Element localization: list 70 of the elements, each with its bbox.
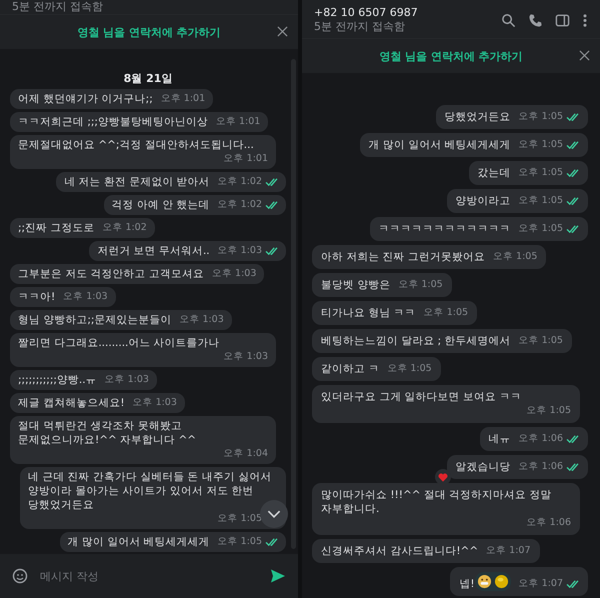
message-time: 오후 1:05 [424,306,468,320]
message-time: 오후 1:03 [132,396,177,410]
message-time: 오후 1:03 [224,350,268,364]
message-text: 형님 양빵하고;;문제있는분들이 [18,313,172,327]
message-text: 많이따가쉬쇼 !!!^^ 절대 걱정하지마셔요 정말 자부합니다. [321,488,553,516]
message-text: 네 저는 환전 문제없이 받아서 [64,175,210,189]
message-text: 어제 했던얘기가 이거구나;; [18,92,153,106]
message-text: 베팅하는느낌이 달라요 ; 한두세명에서 [321,334,511,348]
message-time: 오후 1:01 [216,115,260,129]
message-text: ㅋㅋㅋㅋㅋㅋㅋㅋㅋㅋㅋㅋ [378,222,511,236]
message-time: 오후 1:03 [218,244,262,258]
message-time: 오후 1:01 [160,92,206,106]
message-time: 오후 1:05 [518,110,563,124]
message-text: 제글 캡쳐해놓으세요! [18,396,125,410]
message-time: 오후 1:05 [218,512,262,526]
message-time: 오후 1:05 [518,334,563,348]
last-seen-status: 5분 전까지 접속함 [12,0,103,14]
message-text: 저런거 보면 무서워서.. [97,244,210,258]
message-text: 짤리면 다그래요.........어느 사이트를가나 [18,336,220,350]
message-text: 당했었거든요 [444,110,511,124]
message-time: 오후 1:04 [224,447,268,461]
message-text: 그부분은 저도 걱정안하고 고객모셔요 [18,267,204,281]
message-text: 알겠습니당 [456,460,511,474]
message-time: 오후 1:06 [518,460,563,474]
message-time: 오후 1:06 [526,516,571,530]
message-time: 오후 1:02 [102,221,147,235]
add-contact-link[interactable]: 영철 님을 연락처에 추가하기 [375,46,527,66]
message-text: 개 많이 일어서 베팅세게세게 [368,138,511,152]
message-time: 오후 1:05 [387,362,432,376]
message-time: 오후 1:02 [218,198,262,212]
message-text: ;;;;;;;;;;;양빵..ㅠ [18,373,97,387]
message-time: 오후 1:07 [486,544,531,558]
message-text: 신경써주셔서 감사드립니다!^^ [321,544,478,558]
message-time: 오후 1:05 [398,278,443,292]
message-text: ㅋㅋ아! [18,290,56,304]
add-contact-link[interactable]: 영철 님을 연락처에 추가하기 [73,22,225,42]
message-text: ㅋㅋ저희근데 ;;;양빵불탕베팅아닌이상 [18,115,208,129]
message-time: 오후 1:03 [63,290,108,304]
message-time: 오후 1:01 [224,152,268,166]
message-text: 갔는데 [478,166,511,180]
message-text: 양방이라고 [456,194,511,208]
message-text: 절대 먹튀란건 생각조차 못해봤고 문제없으니까요!^^ 자부합니다 ^^ [18,419,198,447]
message-time: 오후 1:02 [218,175,262,189]
message-input[interactable]: 메시지 작성 [38,568,260,584]
contact-name: +82 10 6507 6987 [314,6,418,19]
message-time: 오후 1:05 [518,166,563,180]
message-time: 오후 1:05 [493,250,538,264]
message-time: 오후 1:03 [179,313,224,327]
message-text: 개 많이 일어서 베팅세게세게 [68,535,210,549]
message-time: 오후 1:07 [518,577,563,591]
message-time: 오후 1:05 [518,138,563,152]
last-seen-status: 5분 전까지 접속함 [314,19,406,34]
message-text: 네ㅠ [488,432,511,446]
message-text: 같이하고 ㅋ [321,362,380,376]
message-text: 아하 저희는 진짜 그런거못봤어요 [321,250,486,264]
message-text: 불당벳 양빵은 [321,278,390,292]
message-time: 오후 1:05 [518,194,563,208]
message-text: 걱정 아예 안 했는데 [112,198,210,212]
message-time: 오후 1:05 [518,222,563,236]
message-text: 넵! [459,577,475,591]
message-time: 오후 1:05 [526,404,571,418]
message-text: ;;진짜 그정도로 [18,221,94,235]
message-text: 티가나요 형님 ㅋㅋ [321,306,416,320]
message-text: 네 근데 진짜 간혹가다 실베터들 돈 내주기 싫어서 양방이라 몰아가는 사이트가 있어서 저도 한번 당했었거든요 [28,470,272,512]
message-time: 오후 1:03 [212,267,256,281]
message-time: 오후 1:06 [518,432,563,446]
message-text: 있더라구요 그게 일하다보면 보여요 ㅋㅋ [321,390,522,404]
message-time: 오후 1:03 [104,373,149,387]
message-text: 문제절대없어요 ^^;걱정 절대안하셔도됩니다... [18,138,254,152]
message-time: 오후 1:05 [218,535,262,549]
